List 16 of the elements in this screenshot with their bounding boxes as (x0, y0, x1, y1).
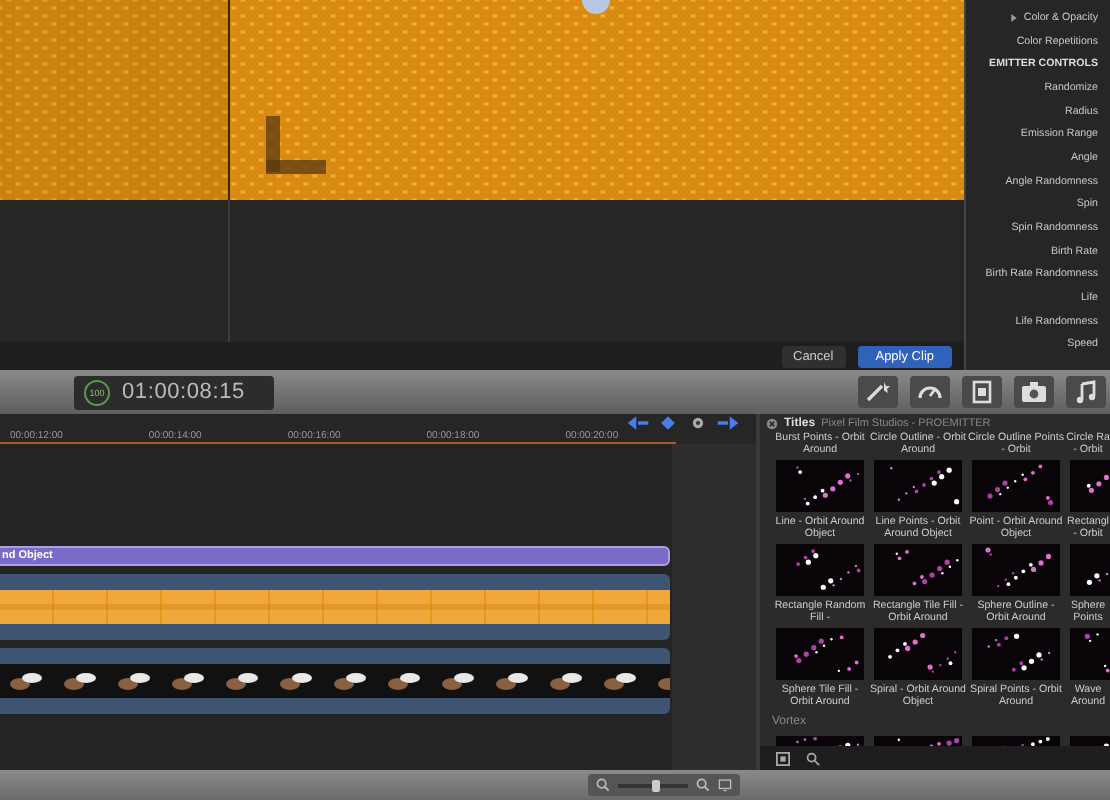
speed-icon[interactable] (910, 376, 950, 408)
zoom-in-icon[interactable] (696, 778, 710, 792)
monitor-icon[interactable] (718, 778, 732, 792)
music-note-icon[interactable] (1066, 376, 1106, 408)
search-icon[interactable] (806, 751, 820, 765)
skip-forward-icon[interactable] (716, 416, 740, 430)
slider-thumb[interactable] (652, 779, 661, 791)
camera-icon[interactable] (1014, 376, 1054, 408)
timecode: 01:00:08:15 (122, 380, 245, 404)
disclosure-triangle-icon[interactable] (1009, 13, 1018, 22)
video-clip[interactable] (0, 574, 670, 640)
video-clip[interactable] (0, 648, 670, 714)
zoom-out-icon[interactable] (596, 778, 610, 792)
skip-back-icon[interactable] (626, 416, 650, 430)
wand-icon[interactable] (858, 376, 898, 408)
close-icon[interactable] (766, 417, 778, 429)
